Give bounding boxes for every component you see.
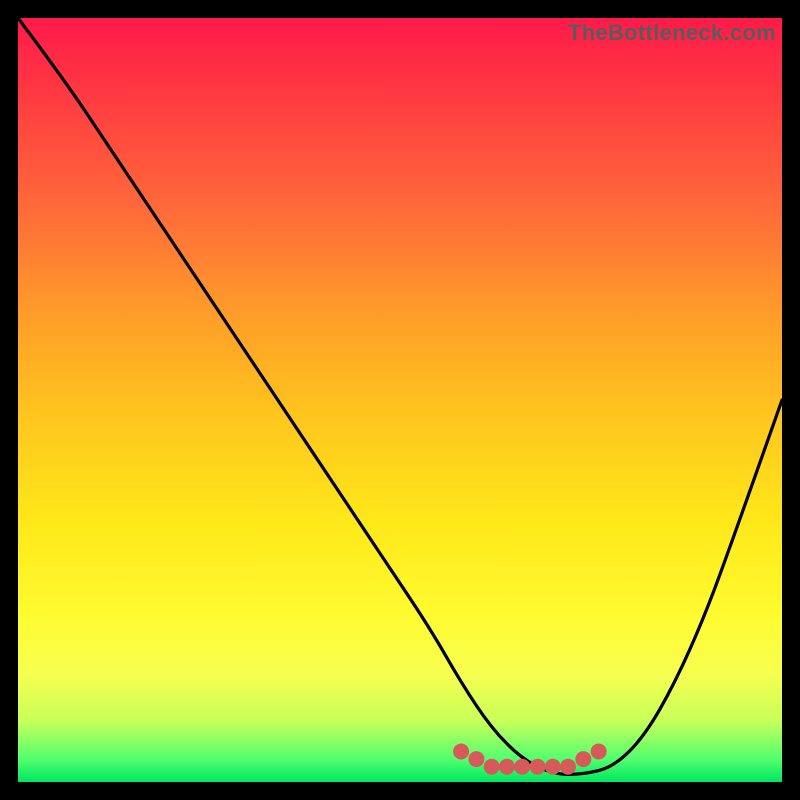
plot-area: TheBottleneck.com <box>18 18 782 782</box>
marker-dot <box>453 743 469 759</box>
marker-dot <box>530 759 546 775</box>
chart-frame: TheBottleneck.com <box>0 0 800 800</box>
curve-floor-dots <box>453 743 607 774</box>
marker-dot <box>484 759 500 775</box>
marker-dot <box>514 759 530 775</box>
marker-dot <box>560 759 576 775</box>
curve-svg <box>18 18 782 782</box>
marker-dot <box>575 751 591 767</box>
marker-dot <box>591 743 607 759</box>
bottleneck-curve <box>18 18 782 774</box>
marker-dot <box>468 751 484 767</box>
marker-dot <box>545 759 561 775</box>
marker-dot <box>499 759 515 775</box>
